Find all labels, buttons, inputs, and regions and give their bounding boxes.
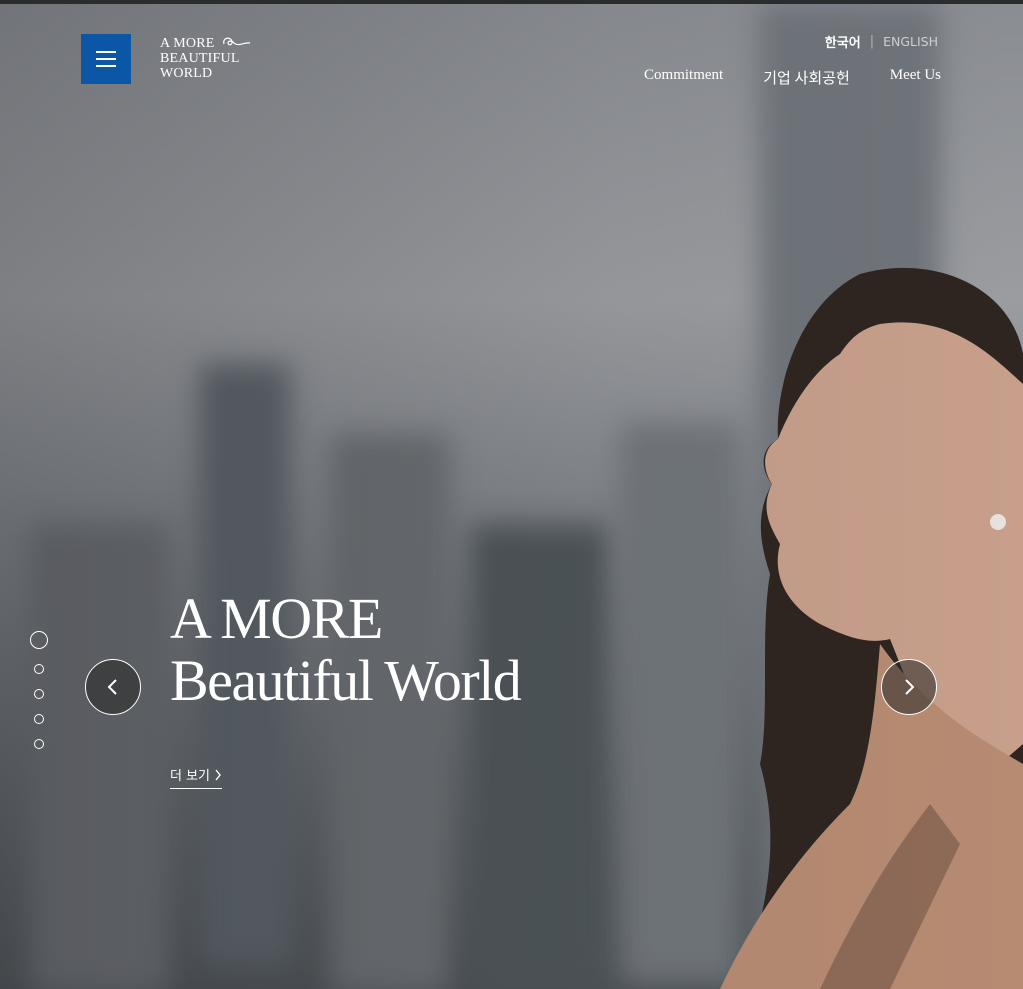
chevron-left-icon [107,679,117,695]
pagination-dot-2[interactable] [34,664,44,674]
lang-korean[interactable]: 한국어 [825,32,861,51]
menu-button[interactable] [81,34,131,84]
next-slide-button[interactable] [881,659,937,715]
hamburger-icon [96,65,116,67]
lang-separator: | [869,34,875,49]
slide-pagination [30,631,48,749]
site-logo[interactable]: A MORE BEAUTIFUL WORLD [160,36,255,84]
hero-title-line2: Beautiful World [170,648,522,713]
hamburger-icon [96,51,116,53]
logo-line: WORLD [160,66,213,81]
pagination-dot-1[interactable] [30,631,48,649]
more-link-label: 더 보기 [170,769,211,784]
nav-commitment[interactable]: Commitment [644,67,723,88]
hamburger-icon [96,58,116,60]
pagination-dot-4[interactable] [34,714,44,724]
lang-english[interactable]: ENGLISH [883,34,938,49]
hero-banner [0,4,1023,989]
chevron-right-icon [905,679,915,695]
hero-title-line1: A MORE [170,586,383,651]
nav-social-contribution[interactable]: 기업 사회공헌 [763,67,850,88]
logo-swirl-icon [223,37,251,46]
chevron-right-icon [215,769,221,780]
pagination-dot-5[interactable] [34,739,44,749]
pagination-dot-3[interactable] [34,689,44,699]
hero-overlay [0,4,1023,989]
main-nav: Commitment 기업 사회공헌 Meet Us [644,67,941,88]
nav-meet-us[interactable]: Meet Us [890,67,941,88]
more-link[interactable]: 더 보기 [170,765,223,789]
language-switcher: 한국어 | ENGLISH [825,32,938,51]
prev-slide-button[interactable] [85,659,141,715]
hero-title: A MORE Beautiful World [170,586,522,713]
